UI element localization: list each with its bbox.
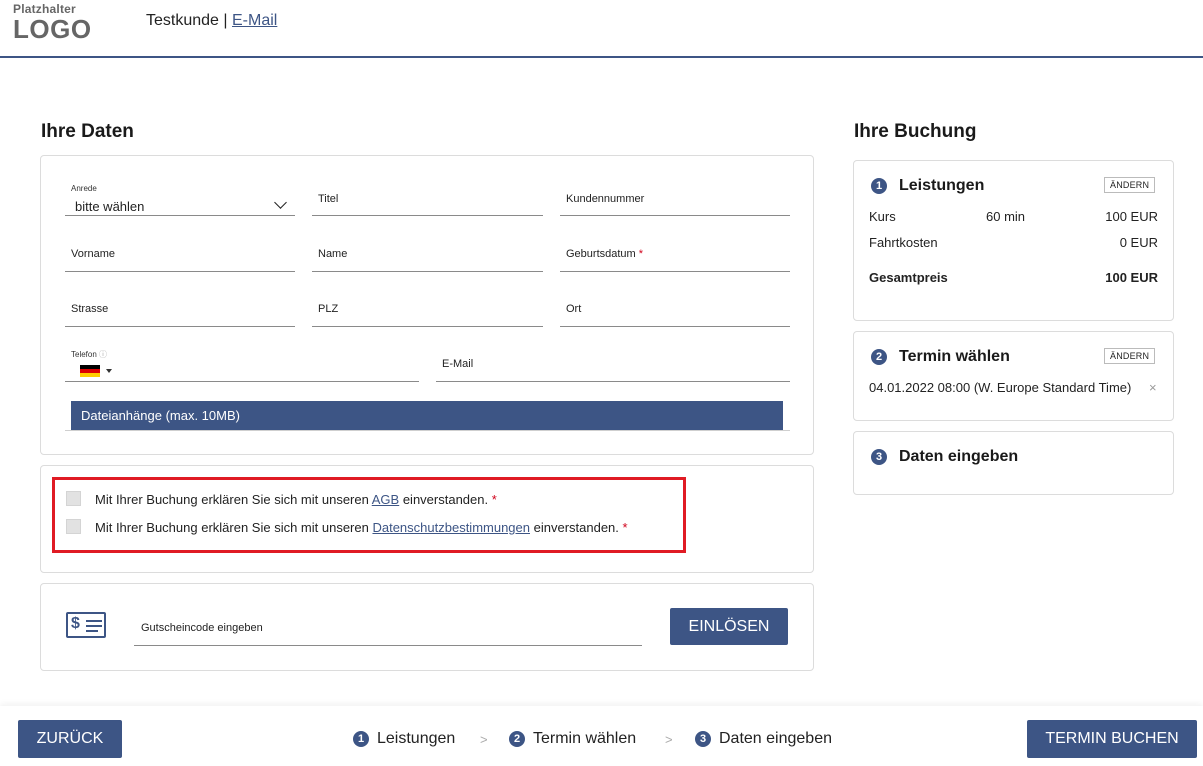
voucher-placeholder: Gutscheincode eingeben [141,622,263,634]
caret-down-icon[interactable] [106,369,112,373]
strasse-label: Strasse [71,303,109,315]
privacy-consent-text: Mit Ihrer Buchung erklären Sie sich mit … [95,520,628,535]
info-icon: ⓘ [99,350,108,359]
total-value: 100 EUR [1105,270,1158,285]
agb-consent-text: Mit Ihrer Buchung erklären Sie sich mit … [95,492,497,507]
required-marker: * [638,248,644,260]
dollar-icon: $ [71,615,80,632]
telefon-label: Telefon ⓘ [71,349,107,360]
back-button[interactable]: ZURÜCK [18,720,122,758]
plz-label: PLZ [318,303,339,315]
step-3-badge: 3 [871,449,887,465]
telefon-label-text: Telefon [71,350,97,359]
step-2-badge: 2 [871,349,887,365]
change-appointment-button[interactable]: ÄNDERN [1104,348,1156,364]
voucher-underline [134,645,642,646]
strasse-underline [65,326,295,327]
consents-highlight [52,477,686,553]
anrede-value: bitte wählen [75,199,145,214]
nav-step-2-badge: 2 [509,731,525,747]
ort-label: Ort [566,303,582,315]
service-row-1-duration: 60 min [986,209,1026,224]
kundennummer-label: Kundennummer [566,193,645,205]
vorname-underline [65,271,295,272]
nav-separator: > [665,732,673,747]
total-label: Gesamtpreis [869,270,948,285]
email-link[interactable]: E-Mail [232,12,277,29]
required-marker: * [622,520,628,535]
step-1-badge: 1 [871,178,887,194]
data-entry-title: Daten eingeben [899,448,1019,465]
geburtsdatum-underline [560,271,790,272]
remove-appointment-icon[interactable]: × [1149,380,1157,395]
telefon-underline [65,381,419,382]
voucher-icon: $ [66,612,106,638]
plz-underline [312,326,543,327]
header-separator: | [223,12,228,29]
anrede-label: Anrede [71,184,97,193]
header-customer-info: Testkunde | E-Mail [146,12,277,30]
service-row-1-price: 100 EUR [1105,209,1158,224]
service-row-1-name: Kurs [869,209,896,224]
kundennummer-underline [560,215,790,216]
services-title: Leistungen [899,177,985,194]
privacy-text-after: einverstanden. [530,520,619,535]
nav-step-1-label[interactable]: Leistungen [377,730,455,748]
service-row-2-name: Fahrtkosten [869,235,938,250]
nav-step-2-label[interactable]: Termin wählen [533,730,636,748]
logo-line-2: LOGO [13,14,92,44]
agb-link[interactable]: AGB [372,492,399,507]
header: Platzhalter LOGO Testkunde | E-Mail [0,0,1203,58]
form-title: Ihre Daten [41,121,134,142]
titel-underline [312,215,543,216]
privacy-link[interactable]: Datenschutzbestimmungen [372,520,530,535]
nav-separator: > [480,732,488,747]
name-label: Name [318,248,348,260]
required-marker: * [491,492,497,507]
logo: Platzhalter LOGO [13,3,92,42]
germany-flag-icon[interactable] [80,365,100,377]
email-label: E-Mail [442,358,474,370]
privacy-text-before: Mit Ihrer Buchung erklären Sie sich mit … [95,520,373,535]
appointment-card [853,331,1174,421]
nav-step-3-label[interactable]: Daten eingeben [719,730,832,748]
redeem-button[interactable]: EINLÖSEN [670,608,788,645]
geburtsdatum-label: Geburtsdatum * [566,248,643,260]
change-services-button[interactable]: ÄNDERN [1104,177,1156,193]
book-appointment-button[interactable]: TERMIN BUCHEN [1027,720,1197,758]
anrede-underline [65,215,295,216]
agb-checkbox[interactable] [66,491,81,506]
attachments-underline [65,430,790,431]
nav-step-3-badge: 3 [695,731,711,747]
booking-title: Ihre Buchung [854,121,977,142]
nav-step-1-badge: 1 [353,731,369,747]
name-underline [312,271,543,272]
titel-label: Titel [318,193,339,205]
ort-underline [560,326,790,327]
appointment-value: 04.01.2022 08:00 (W. Europe Standard Tim… [869,380,1132,395]
service-row-2-price: 0 EUR [1119,235,1158,250]
email-underline [436,381,790,382]
agb-text-after: einverstanden. [399,492,489,507]
agb-text-before: Mit Ihrer Buchung erklären Sie sich mit … [95,492,372,507]
attachments-bar[interactable]: Dateianhänge (max. 10MB) [71,401,783,431]
geburtsdatum-label-text: Geburtsdatum [566,248,636,260]
privacy-checkbox[interactable] [66,519,81,534]
customer-name: Testkunde [146,12,219,29]
vorname-label: Vorname [71,248,116,260]
appointment-title: Termin wählen [899,348,1010,365]
